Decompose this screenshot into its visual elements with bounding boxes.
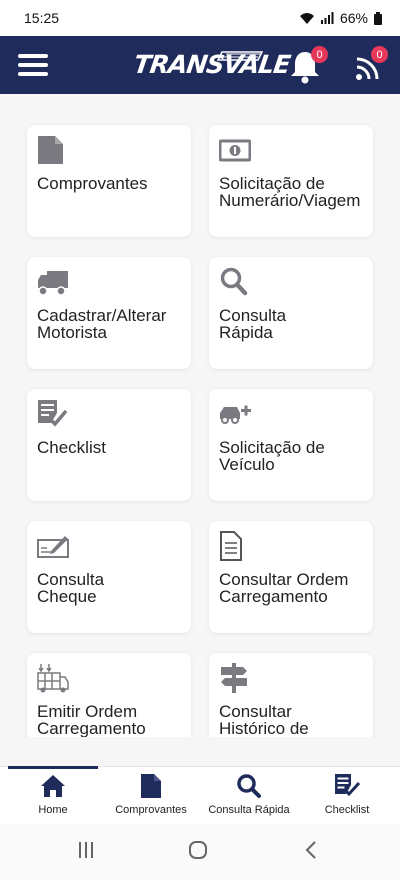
- card-label: Cadastrar/Alterar Motorista: [37, 306, 167, 342]
- card-label: Solicitação de Veículo: [219, 438, 325, 474]
- card-consultar-ordem[interactable]: Consultar Ordem Carregamento: [209, 521, 373, 633]
- notifications-badge: 0: [311, 46, 328, 63]
- feed-badge: 0: [371, 46, 388, 63]
- recent-apps-icon[interactable]: [76, 840, 96, 860]
- status-time: 15:25: [24, 10, 60, 26]
- feed-button[interactable]: 0: [352, 46, 388, 84]
- nav-checklist[interactable]: Checklist: [297, 773, 397, 816]
- card-label: Solicitação de Numerário/Viagem: [219, 174, 361, 210]
- app-header: TRANSVALE 0 0: [0, 36, 400, 94]
- home-system-icon[interactable]: [188, 840, 210, 860]
- nav-label: Checklist: [324, 804, 370, 816]
- card-cadastrar-motorista[interactable]: Cadastrar/Alterar Motorista: [27, 257, 191, 369]
- card-label: Consultar Histórico de Viagem: [219, 702, 309, 737]
- notifications-button[interactable]: 0: [287, 46, 328, 84]
- back-icon[interactable]: [302, 840, 320, 860]
- card-solicitacao-veiculo[interactable]: Solicitação de Veículo: [209, 389, 373, 501]
- wifi-icon: [299, 12, 314, 24]
- card-label: Comprovantes: [37, 174, 148, 193]
- main-menu-grid: Comprovantes Solicitação de Numerário/Vi…: [0, 94, 400, 737]
- document-icon: [141, 774, 161, 798]
- nav-label: Consulta Rápida: [208, 804, 290, 816]
- active-tab-indicator: [8, 766, 98, 769]
- nav-label: Comprovantes: [115, 804, 187, 816]
- bottom-navigation: Home Comprovantes Consulta Rápida Checkl…: [0, 766, 400, 824]
- checklist-icon: [38, 400, 68, 427]
- add-vehicle-icon: [220, 405, 251, 424]
- transvale-logo: TRANSVALE: [132, 48, 292, 84]
- file-lines-icon: [220, 531, 242, 561]
- card-checklist[interactable]: Checklist: [27, 389, 191, 501]
- truck-icon: [38, 271, 68, 296]
- card-label: Emitir Ordem Carregamento: [37, 702, 146, 737]
- nav-consulta-rapida[interactable]: Consulta Rápida: [199, 773, 299, 816]
- hamburger-menu-icon[interactable]: [18, 51, 48, 79]
- logo-text: TRANSVALE: [131, 50, 292, 79]
- signal-icon: [320, 12, 334, 24]
- battery-text: 66%: [339, 10, 368, 26]
- card-label: Consultar Ordem Carregamento: [219, 570, 349, 606]
- status-bar: 15:25 66%: [0, 0, 400, 36]
- nav-label: Home: [38, 804, 68, 816]
- signpost-icon: [221, 663, 247, 693]
- card-label: Consulta Cheque: [37, 570, 105, 606]
- card-emitir-ordem[interactable]: Emitir Ordem Carregamento: [27, 653, 191, 737]
- card-comprovantes[interactable]: Comprovantes: [27, 125, 191, 237]
- card-consultar-historico[interactable]: Consultar Histórico de Viagem: [209, 653, 373, 737]
- money-icon: [219, 139, 251, 162]
- battery-icon: [374, 11, 382, 25]
- checklist-icon: [335, 774, 360, 797]
- card-label: Checklist: [37, 438, 106, 457]
- status-icons: 66%: [299, 10, 382, 26]
- cheque-icon: [37, 536, 69, 558]
- card-label: Consulta Rápida: [219, 306, 287, 342]
- home-icon: [41, 775, 65, 797]
- system-navigation-bar: [0, 824, 400, 880]
- card-solicitacao-numerario[interactable]: Solicitação de Numerário/Viagem: [209, 125, 373, 237]
- nav-comprovantes[interactable]: Comprovantes: [101, 773, 201, 816]
- card-consulta-cheque[interactable]: Consulta Cheque: [27, 521, 191, 633]
- cargo-icon: [37, 664, 69, 693]
- card-consulta-rapida[interactable]: Consulta Rápida: [209, 257, 373, 369]
- search-icon: [220, 267, 248, 296]
- document-icon: [38, 136, 63, 164]
- nav-home[interactable]: Home: [3, 773, 103, 816]
- search-icon: [237, 774, 261, 798]
